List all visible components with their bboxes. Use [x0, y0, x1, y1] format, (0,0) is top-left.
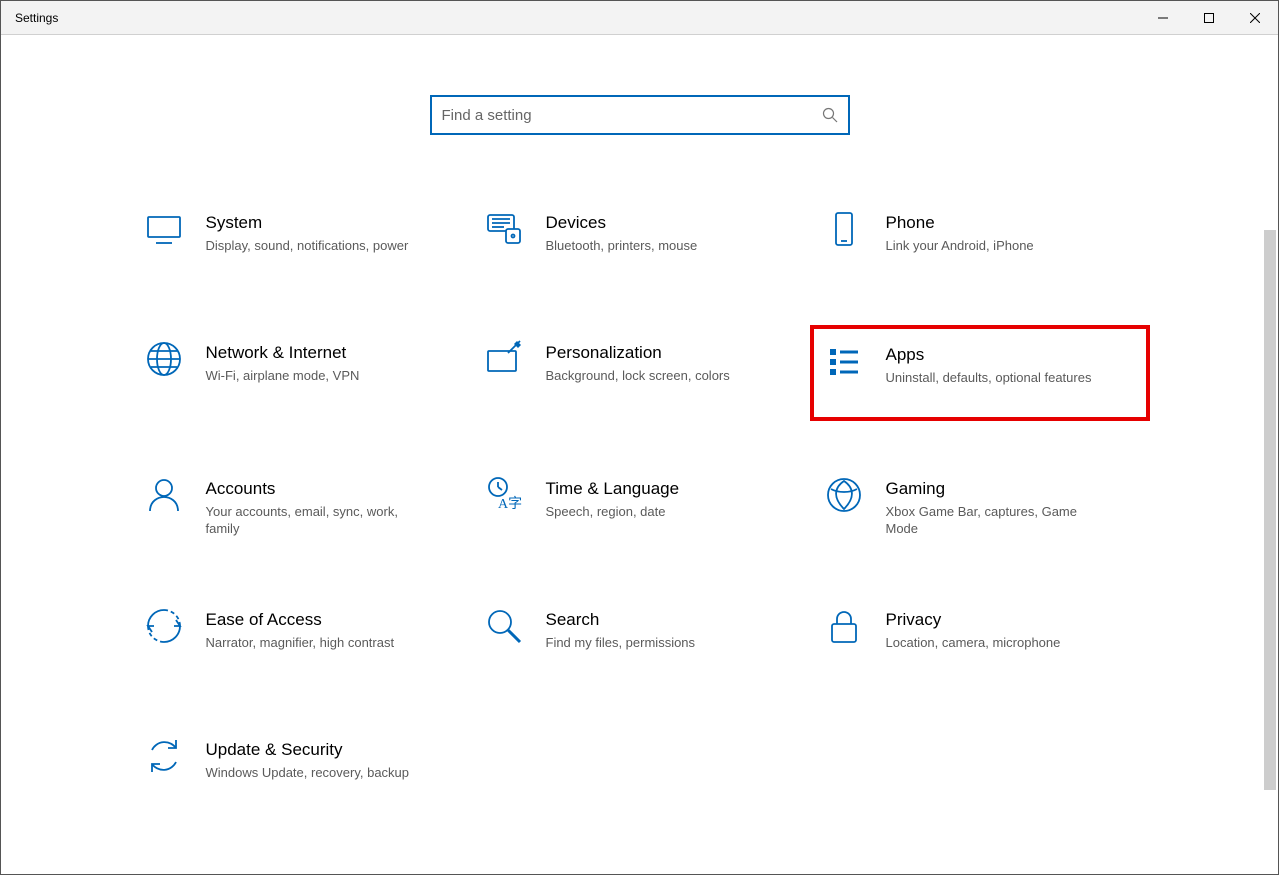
tile-title: Update & Security: [206, 740, 410, 760]
maximize-button[interactable]: [1186, 1, 1232, 34]
tile-title: Accounts: [206, 479, 416, 499]
phone-icon: [824, 209, 864, 249]
tile-desc: Windows Update, recovery, backup: [206, 764, 410, 782]
minimize-icon: [1158, 13, 1168, 23]
search-container: [1, 95, 1278, 135]
maximize-icon: [1204, 13, 1214, 23]
tile-title: Search: [546, 610, 696, 630]
network-icon: [144, 339, 184, 379]
search-icon: [822, 107, 838, 123]
personalization-icon: [484, 339, 524, 379]
tile-privacy[interactable]: Privacy Location, camera, microphone: [820, 602, 1140, 672]
system-icon: [144, 209, 184, 249]
tile-time-language[interactable]: A字 Time & Language Speech, region, date: [480, 471, 800, 542]
tile-desc: Location, camera, microphone: [886, 634, 1061, 652]
search-input[interactable]: [442, 107, 822, 124]
accounts-icon: [144, 475, 184, 515]
tile-title: Gaming: [886, 479, 1096, 499]
tile-desc: Find my files, permissions: [546, 634, 696, 652]
window-controls: [1140, 1, 1278, 34]
scrollbar[interactable]: [1263, 40, 1277, 873]
minimize-button[interactable]: [1140, 1, 1186, 34]
tile-desc: Xbox Game Bar, captures, Game Mode: [886, 503, 1096, 538]
tile-apps[interactable]: Apps Uninstall, defaults, optional featu…: [820, 335, 1140, 411]
tile-desc: Display, sound, notifications, power: [206, 237, 409, 255]
privacy-icon: [824, 606, 864, 646]
tile-title: Devices: [546, 213, 698, 233]
tile-desc: Uninstall, defaults, optional features: [886, 369, 1092, 387]
window-title: Settings: [15, 11, 58, 25]
tile-desc: Your accounts, email, sync, work, family: [206, 503, 416, 538]
tile-gaming[interactable]: Gaming Xbox Game Bar, captures, Game Mod…: [820, 471, 1140, 542]
tile-title: Ease of Access: [206, 610, 395, 630]
tile-desc: Link your Android, iPhone: [886, 237, 1034, 255]
tile-title: System: [206, 213, 409, 233]
tile-system[interactable]: System Display, sound, notifications, po…: [140, 205, 460, 275]
tile-ease-of-access[interactable]: Ease of Access Narrator, magnifier, high…: [140, 602, 460, 672]
tile-desc: Bluetooth, printers, mouse: [546, 237, 698, 255]
tile-desc: Background, lock screen, colors: [546, 367, 730, 385]
update-security-icon: [144, 736, 184, 776]
gaming-icon: [824, 475, 864, 515]
tile-title: Time & Language: [546, 479, 680, 499]
tile-title: Personalization: [546, 343, 730, 363]
tile-desc: Narrator, magnifier, high contrast: [206, 634, 395, 652]
apps-icon: [824, 341, 864, 381]
close-button[interactable]: [1232, 1, 1278, 34]
tile-devices[interactable]: Devices Bluetooth, printers, mouse: [480, 205, 800, 275]
svg-text:A字: A字: [498, 496, 522, 512]
tile-search[interactable]: Search Find my files, permissions: [480, 602, 800, 672]
content-area: System Display, sound, notifications, po…: [1, 35, 1278, 874]
time-language-icon: A字: [484, 475, 524, 515]
tile-title: Privacy: [886, 610, 1061, 630]
search-tile-icon: [484, 606, 524, 646]
tile-desc: Speech, region, date: [546, 503, 680, 521]
tile-title: Apps: [886, 345, 1092, 365]
scrollbar-thumb[interactable]: [1264, 230, 1276, 790]
devices-icon: [484, 209, 524, 249]
search-box[interactable]: [430, 95, 850, 135]
ease-of-access-icon: [144, 606, 184, 646]
titlebar: Settings: [1, 1, 1278, 35]
settings-grid: System Display, sound, notifications, po…: [140, 205, 1140, 802]
tile-title: Network & Internet: [206, 343, 360, 363]
tile-phone[interactable]: Phone Link your Android, iPhone: [820, 205, 1140, 275]
tile-network[interactable]: Network & Internet Wi-Fi, airplane mode,…: [140, 335, 460, 411]
tile-desc: Wi-Fi, airplane mode, VPN: [206, 367, 360, 385]
tile-update-security[interactable]: Update & Security Windows Update, recove…: [140, 732, 460, 802]
tile-personalization[interactable]: Personalization Background, lock screen,…: [480, 335, 800, 411]
tile-accounts[interactable]: Accounts Your accounts, email, sync, wor…: [140, 471, 460, 542]
tile-title: Phone: [886, 213, 1034, 233]
close-icon: [1250, 13, 1260, 23]
